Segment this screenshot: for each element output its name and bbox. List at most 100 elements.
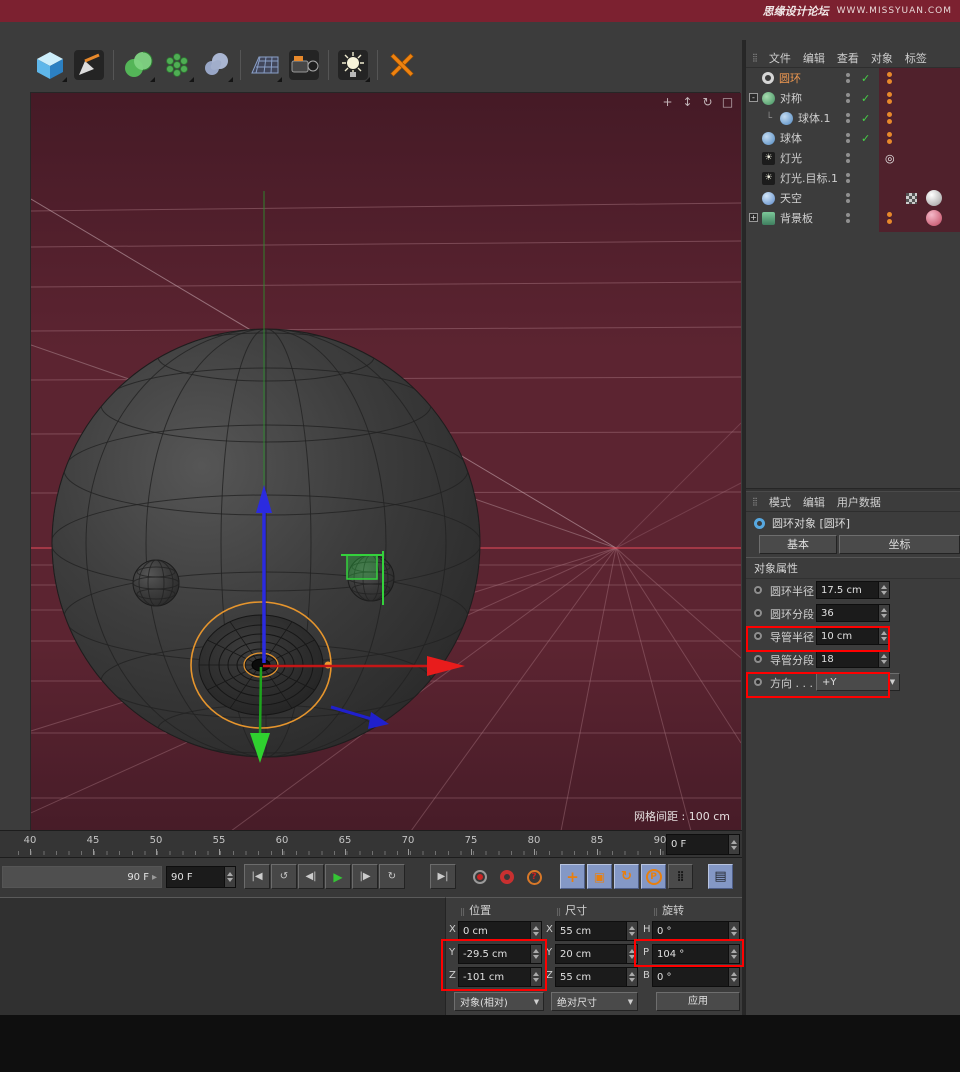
cube-tool-icon[interactable] <box>32 47 68 83</box>
menu-objects[interactable]: 对象 <box>871 50 893 66</box>
loop-button[interactable]: ↻ <box>379 864 405 889</box>
material-thumbnail-pink[interactable] <box>926 210 942 226</box>
menu-edit[interactable]: 编辑 <box>803 50 825 66</box>
rotation-h-input[interactable]: 0 ° <box>652 921 740 941</box>
collapse-expander[interactable]: - <box>749 93 758 102</box>
position-x-input[interactable]: 0 cm <box>458 921 542 941</box>
size-z-input[interactable]: 55 cm <box>555 967 638 987</box>
goto-end-button[interactable]: ▶| <box>430 864 456 889</box>
prev-frame-button[interactable]: ◀| <box>298 864 324 889</box>
orbit-icon[interactable]: ↻ <box>701 95 714 109</box>
object-label[interactable]: 对称 <box>780 90 802 106</box>
keyframe-dot-icon[interactable] <box>754 609 762 617</box>
object-label[interactable]: 球体 <box>780 130 802 146</box>
key-scale-button[interactable]: ▣ <box>587 864 612 889</box>
object-row-background[interactable]: + 背景板 <box>746 208 960 228</box>
max-frame-field[interactable]: 90 F <box>166 866 236 888</box>
position-y-input[interactable]: -29.5 cm <box>458 944 542 964</box>
menu-tags[interactable]: 标签 <box>905 50 927 66</box>
metaball-tool-icon[interactable] <box>198 47 234 83</box>
target-tag-icon[interactable]: ◎ <box>885 152 895 165</box>
position-z-input[interactable]: -101 cm <box>458 967 542 987</box>
light-tool-icon[interactable] <box>335 47 371 83</box>
axis-tool-icon[interactable] <box>384 47 420 83</box>
size-y-input[interactable]: 20 cm <box>555 944 638 964</box>
ring-segments-input[interactable]: 36 <box>816 604 890 622</box>
visibility-dots[interactable] <box>846 73 850 83</box>
viewport-3d[interactable]: + ↕ ↻ □ 网格间距 : 100 cm <box>30 92 740 830</box>
visibility-dots[interactable] <box>846 133 850 143</box>
object-row-sphere1[interactable]: └ 球体.1 ✓ <box>746 108 960 128</box>
enabled-check-icon[interactable]: ✓ <box>861 72 870 85</box>
enabled-check-icon[interactable]: ✓ <box>861 92 870 105</box>
keyframe-dot-icon[interactable] <box>754 632 762 640</box>
power-slider[interactable]: 90 F ▸ <box>2 866 162 888</box>
menu-userdata[interactable]: 用户数据 <box>837 494 881 510</box>
current-frame-field[interactable]: 0 F <box>666 834 740 855</box>
menu-file[interactable]: 文件 <box>769 50 791 66</box>
enabled-check-icon[interactable]: ✓ <box>861 112 870 125</box>
panel-divider[interactable] <box>742 40 745 1015</box>
object-label[interactable]: 灯光 <box>780 150 802 166</box>
compositing-tag-icon[interactable] <box>906 193 917 204</box>
grip-icon[interactable]: ⣿ <box>752 53 757 62</box>
dolly-icon[interactable]: ↕ <box>681 95 694 109</box>
tab-basic[interactable]: 基本 <box>759 535 837 554</box>
object-label[interactable]: 灯光.目标.1 <box>780 170 838 186</box>
key-position-button[interactable]: + <box>560 864 585 889</box>
size-x-input[interactable]: 55 cm <box>555 921 638 941</box>
keyframe-dot-icon[interactable] <box>754 586 762 594</box>
timeline-ruler[interactable]: 40 45 50 55 60 65 70 75 80 85 90 0 F <box>0 830 745 858</box>
small-sphere-left[interactable] <box>133 560 179 606</box>
size-mode-dropdown[interactable]: 绝对尺寸▼ <box>551 992 638 1011</box>
play-backwards-button[interactable]: ↺ <box>271 864 297 889</box>
visibility-dots[interactable] <box>846 193 850 203</box>
material-thumbnail-white[interactable] <box>926 190 942 206</box>
timeline-window-button[interactable]: ▤ <box>708 864 733 889</box>
object-label[interactable]: 圆环 <box>779 70 801 86</box>
menu-mode[interactable]: 模式 <box>769 494 791 510</box>
keyframe-selection-button[interactable]: ? <box>522 865 546 889</box>
goto-start-button[interactable]: |◀ <box>244 864 270 889</box>
pipe-radius-input[interactable]: 10 cm <box>816 627 890 645</box>
key-parameter-button[interactable]: P <box>641 864 666 889</box>
object-label[interactable]: 球体.1 <box>798 110 831 126</box>
visibility-dots[interactable] <box>846 113 850 123</box>
pipe-segments-input[interactable]: 18 <box>816 650 890 668</box>
rotation-b-input[interactable]: 0 ° <box>652 967 740 987</box>
object-row-sky[interactable]: 天空 <box>746 188 960 208</box>
object-row-torus[interactable]: 圆环 ✓ <box>746 68 960 88</box>
enabled-check-icon[interactable]: ✓ <box>861 132 870 145</box>
record-keyframe-button[interactable] <box>468 865 492 889</box>
menu-edit2[interactable]: 编辑 <box>803 494 825 510</box>
orientation-dropdown[interactable]: +Y ▼ <box>816 673 900 691</box>
key-pla-button[interactable]: ⣿ <box>668 864 693 889</box>
subdivision-tool-icon[interactable] <box>120 47 156 83</box>
object-row-sphere[interactable]: 球体 ✓ <box>746 128 960 148</box>
coord-mode-dropdown[interactable]: 对象(相对)▼ <box>454 992 544 1011</box>
visibility-dots[interactable] <box>846 153 850 163</box>
menu-view[interactable]: 查看 <box>837 50 859 66</box>
play-button[interactable]: ▶ <box>325 864 351 889</box>
array-tool-icon[interactable] <box>159 47 195 83</box>
expand-expander[interactable]: + <box>749 213 758 222</box>
key-rotation-button[interactable]: ↻ <box>614 864 639 889</box>
rotation-p-input[interactable]: 104 ° <box>652 944 740 964</box>
pen-tool-icon[interactable] <box>71 47 107 83</box>
visibility-dots[interactable] <box>846 173 850 183</box>
object-label[interactable]: 背景板 <box>780 210 813 226</box>
visibility-dots[interactable] <box>846 93 850 103</box>
visibility-dots[interactable] <box>846 213 850 223</box>
next-frame-button[interactable]: |▶ <box>352 864 378 889</box>
ring-radius-input[interactable]: 17.5 cm <box>816 581 890 599</box>
object-row-symmetry[interactable]: - 对称 ✓ <box>746 88 960 108</box>
maximize-icon[interactable]: □ <box>721 95 734 109</box>
camera-tool-icon[interactable] <box>286 47 322 83</box>
autokey-button[interactable] <box>495 865 519 889</box>
apply-button[interactable]: 应用 <box>656 992 740 1011</box>
grip-icon[interactable]: ⣿ <box>752 497 757 506</box>
tab-coordinates[interactable]: 坐标 <box>839 535 960 554</box>
object-row-light[interactable]: ☀ 灯光 ◎ <box>746 148 960 168</box>
keyframe-dot-icon[interactable] <box>754 678 762 686</box>
pan-icon[interactable]: + <box>661 95 674 109</box>
